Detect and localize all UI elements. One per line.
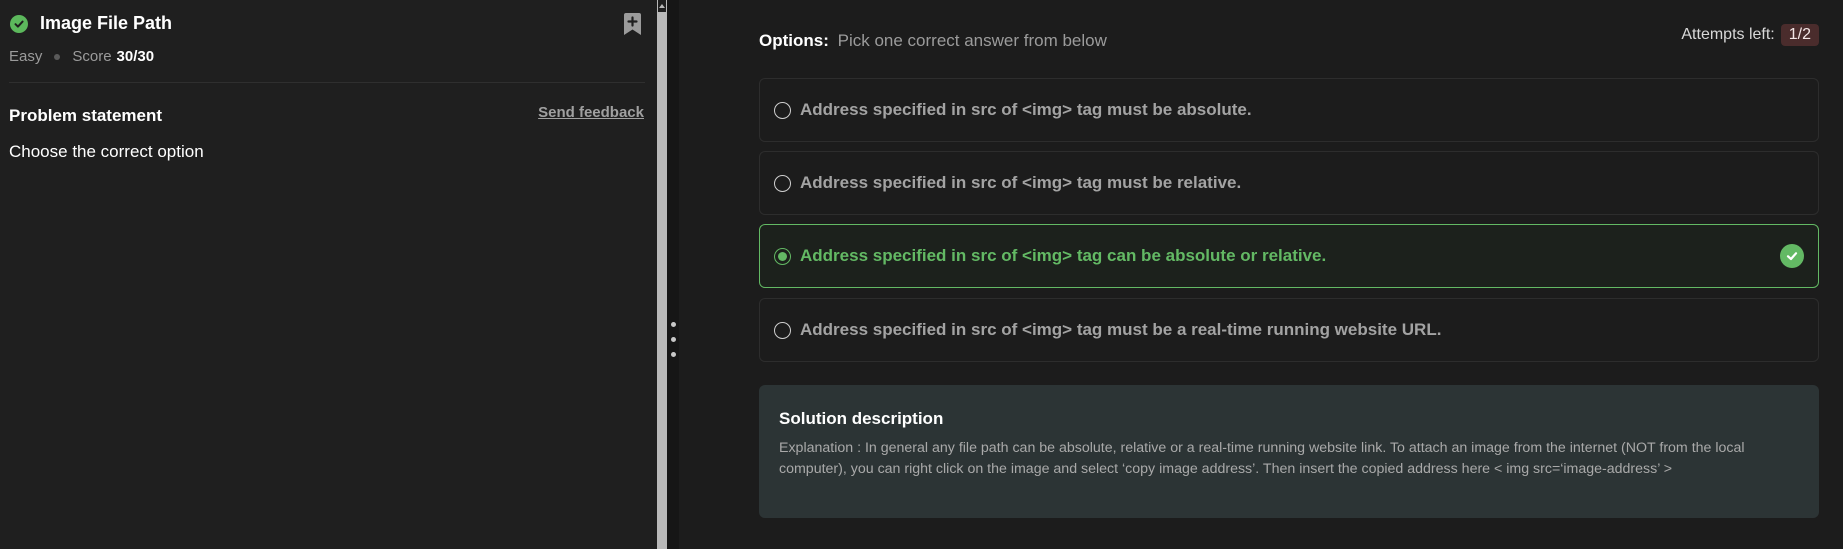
drag-handle-dot (671, 352, 676, 357)
attempts-badge: 1/2 (1780, 24, 1819, 46)
problem-statement-text: Choose the correct option (9, 142, 204, 161)
problem-title-row: Image File Path (10, 13, 172, 34)
score-value: 30/30 (116, 48, 155, 65)
problem-panel: Image File Path Easy Score 30/30 Problem… (0, 0, 657, 549)
problem-meta: Easy Score 30/30 (9, 48, 154, 65)
option-text: Address specified in src of <img> tag mu… (800, 320, 1442, 339)
radio-button[interactable] (774, 321, 791, 339)
radio-button-selected[interactable] (774, 247, 791, 265)
option-4[interactable]: Address specified in src of <img> tag mu… (759, 298, 1819, 362)
option-text: Address specified in src of <img> tag ca… (800, 246, 1327, 265)
options-label-strong: Options: (759, 31, 829, 50)
divider (9, 82, 645, 83)
bookmark-plus-icon[interactable] (623, 13, 642, 36)
left-panel-scrollbar[interactable] (657, 0, 667, 549)
option-1[interactable]: Address specified in src of <img> tag mu… (759, 78, 1819, 142)
solution-text: Explanation : In general any file path c… (779, 440, 1745, 477)
scroll-up-arrow[interactable] (658, 0, 666, 12)
option-text: Address specified in src of <img> tag mu… (800, 100, 1252, 119)
radio-button[interactable] (774, 174, 791, 192)
radio-selected-dot (778, 251, 787, 261)
difficulty-label: Easy (9, 48, 43, 65)
solution-heading: Solution description (779, 409, 944, 428)
solution-description-box: Solution description Explanation : In ge… (759, 385, 1819, 518)
problem-title: Image File Path (40, 13, 173, 33)
options-label: Options: Pick one correct answer from be… (759, 31, 1107, 51)
panel-resize-handle[interactable] (667, 0, 679, 549)
option-2[interactable]: Address specified in src of <img> tag mu… (759, 151, 1819, 215)
options-label-instruction: Pick one correct answer from below (837, 31, 1107, 50)
radio-button[interactable] (774, 101, 791, 119)
problem-statement-heading: Problem statement (9, 106, 163, 125)
check-circle-icon (1780, 244, 1804, 268)
score-label: Score (72, 48, 112, 65)
option-3[interactable]: Address specified in src of <img> tag ca… (759, 224, 1819, 288)
attempts-indicator: Attempts left: 1/2 (1681, 24, 1819, 46)
drag-handle-dot (671, 322, 676, 327)
send-feedback-link[interactable]: Send feedback (504, 104, 644, 121)
option-text: Address specified in src of <img> tag mu… (800, 173, 1242, 192)
check-circle-icon (10, 14, 28, 33)
attempts-label: Attempts left: (1681, 26, 1775, 43)
meta-separator-dot (54, 53, 61, 60)
drag-handle-dot (671, 337, 676, 342)
